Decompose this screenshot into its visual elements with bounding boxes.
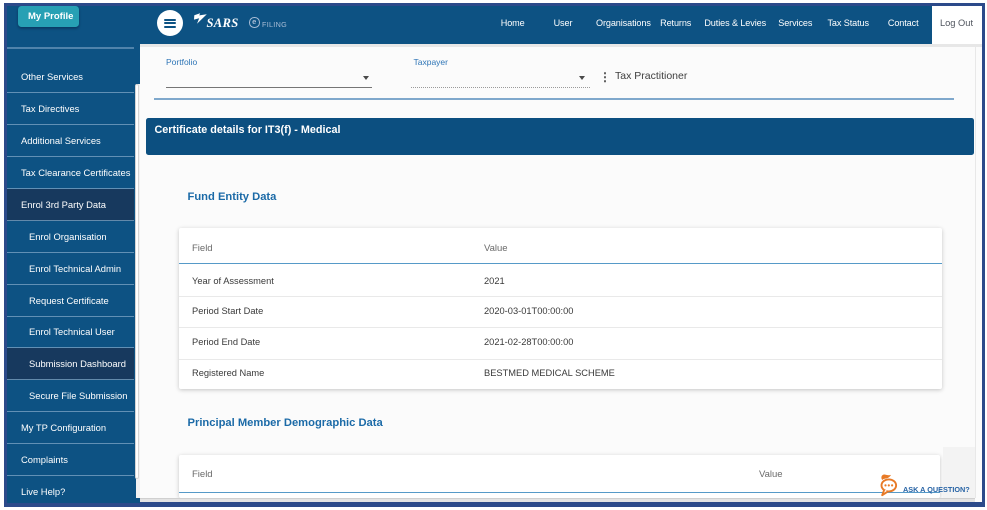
svg-text:SARS: SARS xyxy=(207,16,239,30)
